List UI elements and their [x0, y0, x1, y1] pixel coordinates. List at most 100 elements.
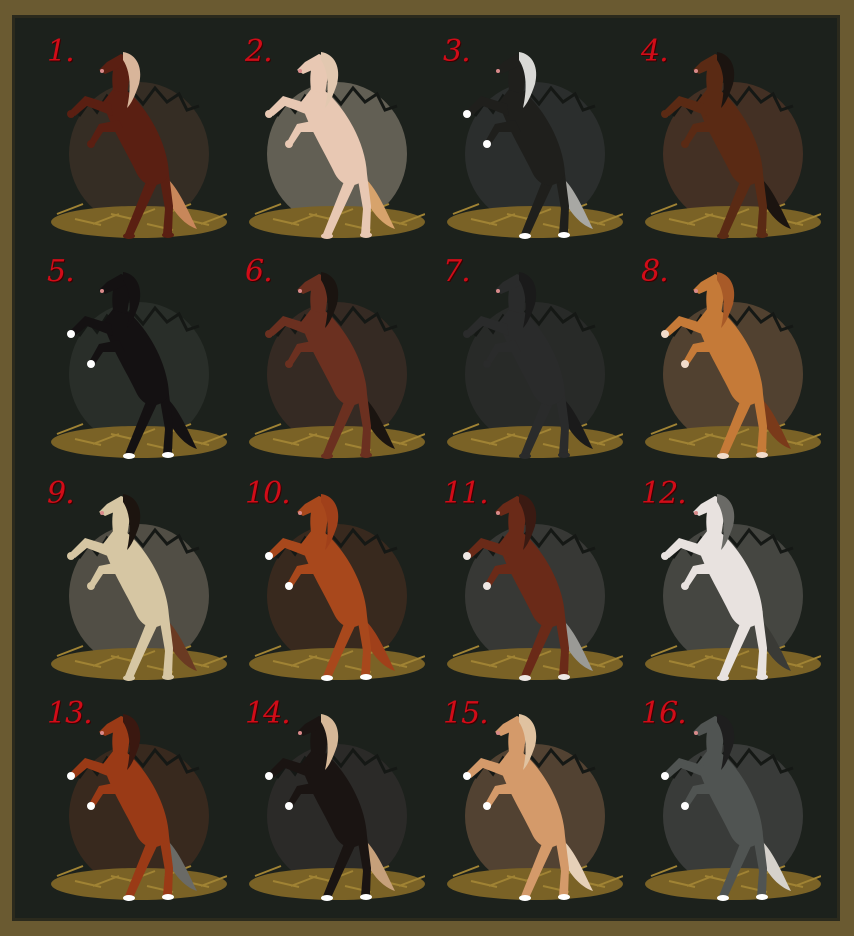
horse-nostril [496, 289, 500, 293]
horse-number-label: 9. [47, 476, 75, 511]
horse-card[interactable]: 1. [27, 24, 227, 246]
outer-frame: 1. 2. 3. 4. 5. 6. 7. 8. 9. 10. 11. 12. 13. 14. 15. 16. [0, 0, 854, 936]
hoof [285, 802, 293, 810]
horse-card[interactable]: 16. [621, 686, 821, 908]
horse-card[interactable]: 8. [621, 244, 821, 466]
horse-nostril [298, 731, 302, 735]
horse-nostril [496, 69, 500, 73]
horse-number-label: 14. [245, 696, 291, 731]
hoof [519, 675, 531, 681]
hoof [756, 674, 768, 680]
hoof [756, 232, 768, 238]
hoof [265, 330, 273, 338]
horse-card[interactable]: 14. [225, 686, 425, 908]
horse-nostril [100, 289, 104, 293]
hoof [321, 233, 333, 239]
hoof [519, 233, 531, 239]
hoof [717, 233, 729, 239]
hoof [87, 360, 95, 368]
horse-nostril [100, 731, 104, 735]
hoof [661, 110, 669, 118]
horse-number-label: 3. [443, 34, 471, 69]
horse-number-label: 1. [47, 34, 75, 69]
horse-number-label: 15. [443, 696, 489, 731]
hoof [87, 802, 95, 810]
hoof [162, 894, 174, 900]
hoof [67, 330, 75, 338]
hoof [123, 675, 135, 681]
hoof [681, 360, 689, 368]
horse-nostril [298, 511, 302, 515]
horse-nostril [298, 289, 302, 293]
hoof [681, 802, 689, 810]
horse-card[interactable]: 4. [621, 24, 821, 246]
horse-number-label: 11. [443, 476, 489, 511]
hoof [558, 674, 570, 680]
horse-number-label: 10. [245, 476, 291, 511]
horse-number-label: 2. [245, 34, 273, 69]
horse-nostril [694, 731, 698, 735]
horse-grid: 1. 2. 3. 4. 5. 6. 7. 8. 9. 10. 11. 12. 13. 14. 15. 16. [15, 18, 843, 924]
hoof [162, 674, 174, 680]
horse-number-label: 16. [641, 696, 687, 731]
hoof [123, 233, 135, 239]
hoof [321, 675, 333, 681]
hoof [87, 140, 95, 148]
horse-nostril [496, 511, 500, 515]
hoof [558, 232, 570, 238]
hoof [67, 552, 75, 560]
hoof [483, 140, 491, 148]
horse-card[interactable]: 3. [423, 24, 623, 246]
hoof [463, 772, 471, 780]
horse-nostril [100, 511, 104, 515]
hoof [265, 552, 273, 560]
horse-nostril [694, 69, 698, 73]
horse-card[interactable]: 11. [423, 466, 623, 688]
hoof [717, 675, 729, 681]
horse-card[interactable]: 13. [27, 686, 227, 908]
horse-card[interactable]: 6. [225, 244, 425, 466]
horse-number-label: 13. [47, 696, 93, 731]
hoof [321, 895, 333, 901]
hoof [681, 140, 689, 148]
horse-nostril [694, 289, 698, 293]
hoof [123, 895, 135, 901]
hoof [67, 772, 75, 780]
hoof [265, 110, 273, 118]
hoof [717, 895, 729, 901]
horse-card[interactable]: 5. [27, 244, 227, 466]
hoof [519, 453, 531, 459]
hoof [463, 110, 471, 118]
hoof [558, 452, 570, 458]
horse-card[interactable]: 12. [621, 466, 821, 688]
horse-number-label: 8. [641, 254, 669, 289]
hoof [661, 552, 669, 560]
hoof [558, 894, 570, 900]
hoof [360, 894, 372, 900]
hoof [285, 140, 293, 148]
horse-nostril [496, 731, 500, 735]
hoof [321, 453, 333, 459]
hoof [483, 360, 491, 368]
hoof [123, 453, 135, 459]
horse-number-label: 12. [641, 476, 687, 511]
hoof [483, 802, 491, 810]
hoof [756, 452, 768, 458]
horse-nostril [694, 511, 698, 515]
sheet-background: 1. 2. 3. 4. 5. 6. 7. 8. 9. 10. 11. 12. 13. 14. 15. 16. [12, 15, 840, 921]
horse-card[interactable]: 15. [423, 686, 623, 908]
hoof [360, 674, 372, 680]
hoof [265, 772, 273, 780]
horse-card[interactable]: 2. [225, 24, 425, 246]
horse-card[interactable]: 9. [27, 466, 227, 688]
hoof [463, 330, 471, 338]
hoof [463, 552, 471, 560]
hoof [681, 582, 689, 590]
horse-number-label: 6. [245, 254, 273, 289]
horse-card[interactable]: 10. [225, 466, 425, 688]
hoof [67, 110, 75, 118]
hoof [285, 582, 293, 590]
hoof [756, 894, 768, 900]
horse-card[interactable]: 7. [423, 244, 623, 466]
hoof [661, 330, 669, 338]
